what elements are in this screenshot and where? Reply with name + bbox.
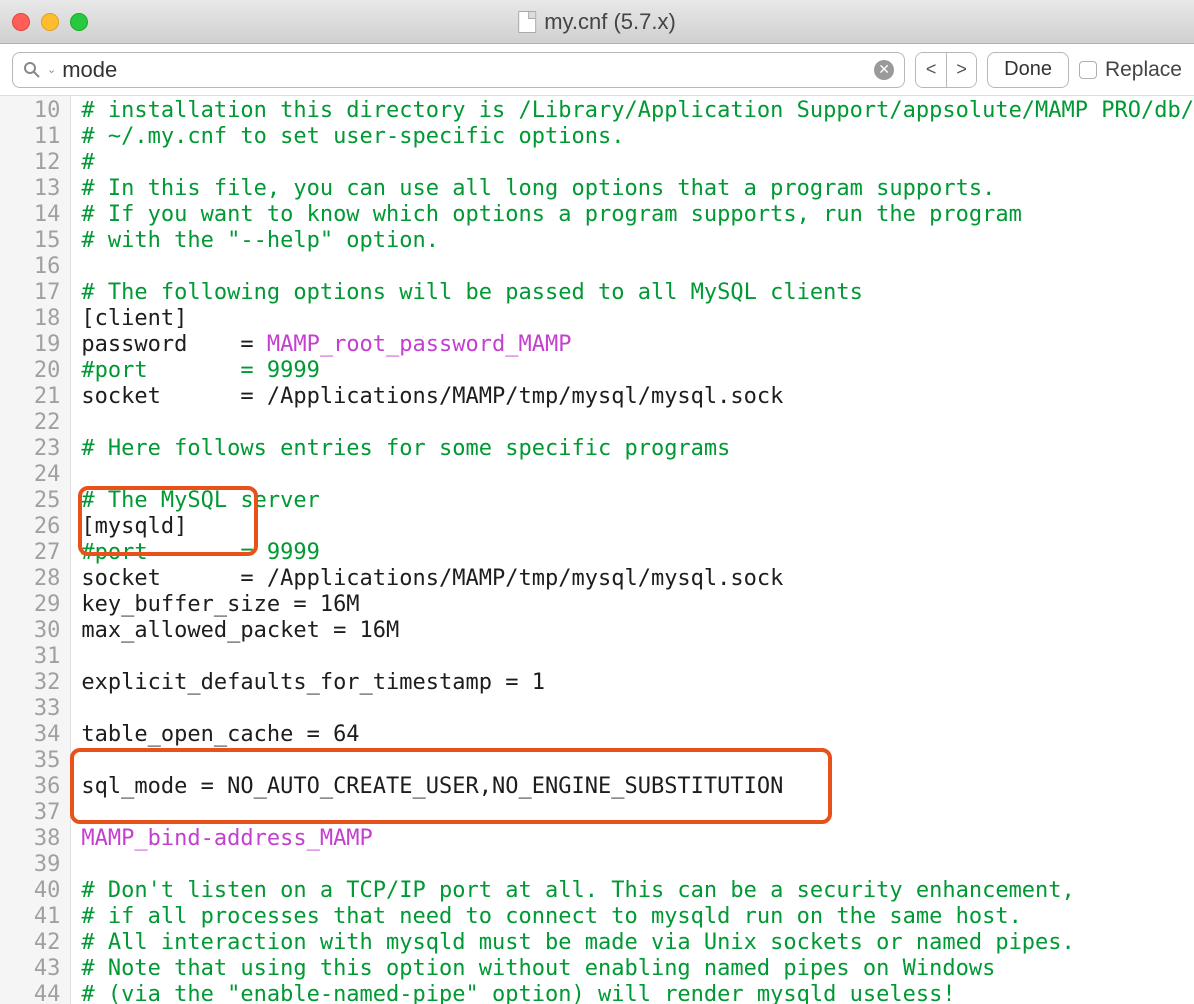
code-line[interactable]: # installation this directory is /Librar… bbox=[81, 98, 1194, 124]
find-next-button[interactable]: > bbox=[946, 53, 976, 87]
code-line[interactable]: # Here follows entries for some specific… bbox=[81, 436, 1194, 462]
replace-label: Replace bbox=[1105, 58, 1182, 82]
line-number: 16 bbox=[0, 254, 60, 280]
code-line[interactable]: # In this file, you can use all long opt… bbox=[81, 176, 1194, 202]
line-number: 20 bbox=[0, 358, 60, 384]
line-number: 33 bbox=[0, 696, 60, 722]
line-number: 22 bbox=[0, 410, 60, 436]
window-title: my.cnf (5.7.x) bbox=[544, 9, 676, 35]
line-number: 19 bbox=[0, 332, 60, 358]
code-line[interactable]: sql_mode = NO_AUTO_CREATE_USER,NO_ENGINE… bbox=[81, 774, 1194, 800]
window-controls bbox=[12, 13, 88, 31]
code-line[interactable]: [client] bbox=[81, 306, 1194, 332]
code-line[interactable]: # Note that using this option without en… bbox=[81, 956, 1194, 982]
search-input[interactable] bbox=[62, 57, 868, 83]
replace-toggle[interactable]: Replace bbox=[1079, 58, 1182, 82]
line-number: 26 bbox=[0, 514, 60, 540]
code-line[interactable] bbox=[81, 696, 1194, 722]
code-editor[interactable]: 1011121314151617181920212223242526272829… bbox=[0, 96, 1194, 1004]
search-icon bbox=[23, 61, 41, 79]
line-number: 21 bbox=[0, 384, 60, 410]
code-line[interactable]: #port = 9999 bbox=[81, 358, 1194, 384]
line-number: 41 bbox=[0, 904, 60, 930]
line-number: 24 bbox=[0, 462, 60, 488]
line-number: 18 bbox=[0, 306, 60, 332]
line-number: 12 bbox=[0, 150, 60, 176]
code-line[interactable]: # The following options will be passed t… bbox=[81, 280, 1194, 306]
code-line[interactable]: MAMP_bind-address_MAMP bbox=[81, 826, 1194, 852]
line-number: 38 bbox=[0, 826, 60, 852]
line-number: 32 bbox=[0, 670, 60, 696]
search-field-wrap[interactable]: ⌄ ✕ bbox=[12, 52, 905, 88]
line-number: 39 bbox=[0, 852, 60, 878]
find-nav-group: < > bbox=[915, 52, 977, 88]
line-number: 37 bbox=[0, 800, 60, 826]
window-title-wrap: my.cnf (5.7.x) bbox=[518, 9, 676, 35]
find-previous-button[interactable]: < bbox=[916, 53, 946, 87]
code-line[interactable] bbox=[81, 462, 1194, 488]
titlebar: my.cnf (5.7.x) bbox=[0, 0, 1194, 44]
line-number: 11 bbox=[0, 124, 60, 150]
line-number: 14 bbox=[0, 202, 60, 228]
line-number: 42 bbox=[0, 930, 60, 956]
code-line[interactable]: # All interaction with mysqld must be ma… bbox=[81, 930, 1194, 956]
code-line[interactable]: # with the "--help" option. bbox=[81, 228, 1194, 254]
file-icon bbox=[518, 11, 536, 33]
code-line[interactable]: # (via the "enable-named-pipe" option) w… bbox=[81, 982, 1194, 1004]
find-bar: ⌄ ✕ < > Done Replace bbox=[0, 44, 1194, 96]
code-line[interactable]: socket = /Applications/MAMP/tmp/mysql/my… bbox=[81, 384, 1194, 410]
code-line[interactable]: # Don't listen on a TCP/IP port at all. … bbox=[81, 878, 1194, 904]
line-number: 28 bbox=[0, 566, 60, 592]
code-line[interactable] bbox=[81, 254, 1194, 280]
clear-search-button[interactable]: ✕ bbox=[874, 60, 894, 80]
line-number: 40 bbox=[0, 878, 60, 904]
line-number: 36 bbox=[0, 774, 60, 800]
minimize-window-button[interactable] bbox=[41, 13, 59, 31]
line-number: 15 bbox=[0, 228, 60, 254]
line-number: 17 bbox=[0, 280, 60, 306]
code-line[interactable] bbox=[81, 644, 1194, 670]
code-line[interactable]: # The MySQL server bbox=[81, 488, 1194, 514]
code-line[interactable]: socket = /Applications/MAMP/tmp/mysql/my… bbox=[81, 566, 1194, 592]
close-icon: ✕ bbox=[878, 61, 890, 78]
maximize-window-button[interactable] bbox=[70, 13, 88, 31]
code-line[interactable] bbox=[81, 852, 1194, 878]
line-number: 30 bbox=[0, 618, 60, 644]
editor-window: my.cnf (5.7.x) ⌄ ✕ < > Done Replace 1011… bbox=[0, 0, 1194, 1004]
code-line[interactable]: # If you want to know which options a pr… bbox=[81, 202, 1194, 228]
code-line[interactable]: max_allowed_packet = 16M bbox=[81, 618, 1194, 644]
code-line[interactable]: explicit_defaults_for_timestamp = 1 bbox=[81, 670, 1194, 696]
replace-checkbox[interactable] bbox=[1079, 61, 1097, 79]
code-line[interactable]: # ~/.my.cnf to set user-specific options… bbox=[81, 124, 1194, 150]
code-line[interactable]: #port = 9999 bbox=[81, 540, 1194, 566]
line-number: 27 bbox=[0, 540, 60, 566]
code-line[interactable] bbox=[81, 800, 1194, 826]
close-window-button[interactable] bbox=[12, 13, 30, 31]
line-number: 10 bbox=[0, 98, 60, 124]
code-line[interactable]: [mysqld] bbox=[81, 514, 1194, 540]
code-line[interactable]: table_open_cache = 64 bbox=[81, 722, 1194, 748]
code-area[interactable]: # installation this directory is /Librar… bbox=[71, 96, 1194, 1004]
code-line[interactable]: password = MAMP_root_password_MAMP bbox=[81, 332, 1194, 358]
line-number: 31 bbox=[0, 644, 60, 670]
line-number: 29 bbox=[0, 592, 60, 618]
line-number: 43 bbox=[0, 956, 60, 982]
code-line[interactable]: # if all processes that need to connect … bbox=[81, 904, 1194, 930]
code-line[interactable]: key_buffer_size = 16M bbox=[81, 592, 1194, 618]
line-number: 35 bbox=[0, 748, 60, 774]
line-number: 34 bbox=[0, 722, 60, 748]
done-button[interactable]: Done bbox=[987, 52, 1069, 88]
line-number: 23 bbox=[0, 436, 60, 462]
search-dropdown-icon[interactable]: ⌄ bbox=[47, 63, 56, 76]
line-number: 44 bbox=[0, 982, 60, 1004]
code-line[interactable] bbox=[81, 748, 1194, 774]
line-number-gutter: 1011121314151617181920212223242526272829… bbox=[0, 96, 71, 1004]
line-number: 25 bbox=[0, 488, 60, 514]
code-line[interactable]: # bbox=[81, 150, 1194, 176]
code-line[interactable] bbox=[81, 410, 1194, 436]
line-number: 13 bbox=[0, 176, 60, 202]
